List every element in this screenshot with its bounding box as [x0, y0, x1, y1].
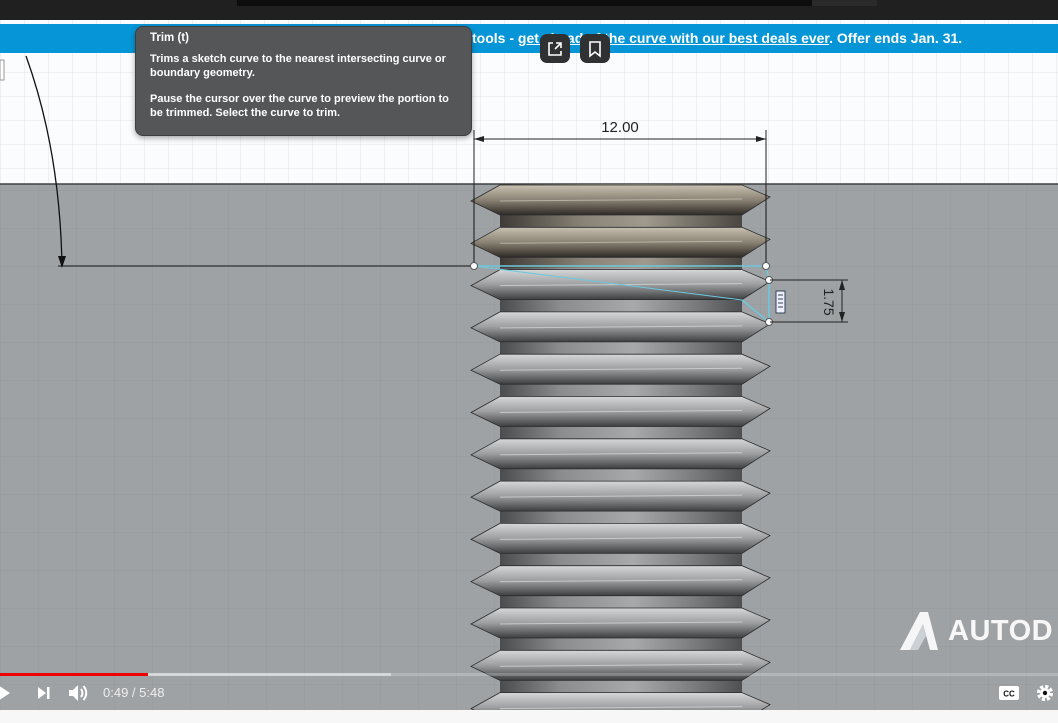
tooltip-hint: Pause the cursor over the curve to previ… [150, 93, 449, 119]
width-dimension-label: 12.00 [601, 119, 639, 136]
video-player[interactable]: 12.00 1.75 tools - get ahead of the curv… [0, 0, 1058, 710]
volume-icon [69, 685, 88, 701]
page-bottom-strip [0, 710, 1058, 723]
threaded-shaft [470, 184, 771, 710]
captions-icon: CC [999, 686, 1019, 700]
svg-text:CC: CC [1003, 690, 1015, 699]
trim-tooltip: Trim (t) Trims a sketch curve to the nea… [135, 26, 472, 136]
pitch-dimension-label: 1.75 [821, 288, 837, 315]
time-display: 0:49 / 5:48 [103, 685, 165, 700]
tooltip-title: Trim (t) [150, 32, 189, 44]
play-button[interactable] [0, 682, 14, 704]
autodesk-watermark: AUTOD [898, 610, 1053, 652]
settings-button[interactable] [1034, 683, 1056, 703]
progress-played [0, 673, 149, 676]
player-controls: 0:49 / 5:48 CC [0, 670, 1058, 710]
share-button[interactable] [540, 34, 570, 63]
progress-bar[interactable] [0, 673, 1058, 676]
captions-button[interactable]: CC [998, 684, 1020, 702]
top-bar [0, 0, 1058, 20]
share-icon [548, 41, 562, 56]
next-button[interactable] [34, 683, 54, 703]
bookmark-icon [589, 40, 601, 58]
save-button[interactable] [580, 34, 610, 63]
play-icon [0, 686, 10, 700]
settings-icon [1036, 684, 1054, 702]
autodesk-logo-icon [900, 612, 938, 650]
volume-button[interactable] [66, 682, 92, 704]
tooltip-description: Trims a sketch curve to the nearest inte… [150, 53, 446, 79]
next-icon [38, 687, 50, 699]
